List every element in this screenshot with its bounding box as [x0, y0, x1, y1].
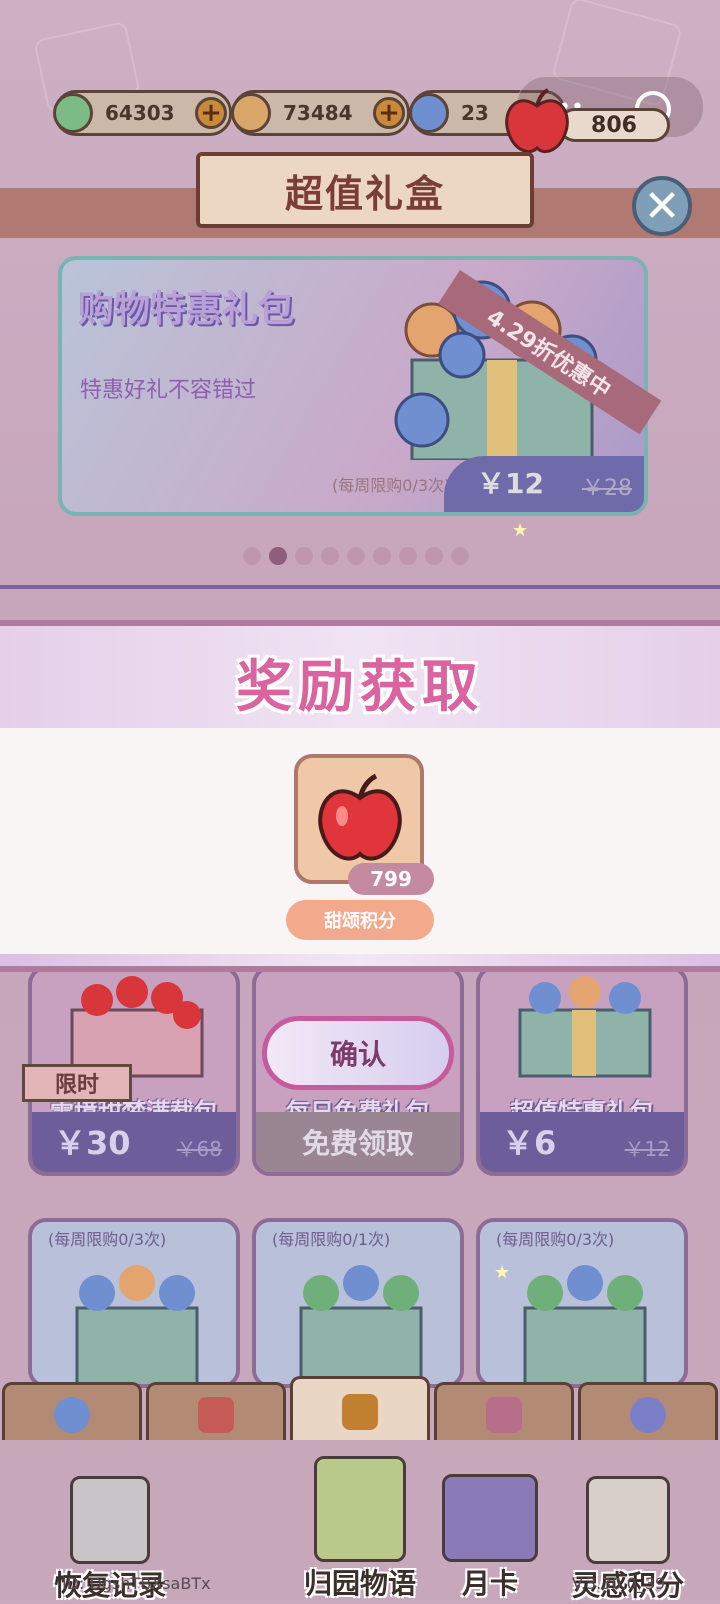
reward-item-name: 甜颂积分	[286, 900, 434, 940]
swirl-icon	[54, 1396, 90, 1433]
tab-swirl[interactable]	[2, 1382, 142, 1444]
user-id: ID: DgshTBXsaBTx	[62, 1574, 211, 1593]
shirt-icon	[198, 1396, 234, 1433]
nav-label: 归园物语	[303, 1567, 416, 1600]
pagination-dot[interactable]	[451, 547, 469, 565]
knot-resource: 73484 +	[231, 90, 410, 136]
garden-story-icon	[314, 1456, 406, 1562]
version-label: V.3.30.0_39	[572, 1574, 666, 1593]
divider-line	[0, 585, 720, 589]
lightbulb-icon	[586, 1476, 670, 1564]
shop-card-row2-3[interactable]: (每周限购0/3次)	[476, 1218, 688, 1388]
gift-box-illustration	[523, 1265, 647, 1384]
apple-icon	[505, 88, 569, 154]
pagination-dot[interactable]	[243, 547, 261, 565]
gift-box-illustration	[518, 976, 652, 1078]
tab-scroll[interactable]	[434, 1382, 574, 1444]
apple-count-value: 806	[591, 112, 637, 138]
reward-modal-bottom-edge	[0, 954, 720, 966]
pagination-dot[interactable]	[295, 547, 313, 565]
nav-month-card[interactable]: 月卡	[440, 1474, 540, 1602]
add-clover-button[interactable]: +	[195, 97, 227, 129]
reward-modal-header: 奖励获取	[0, 626, 720, 728]
friends-icon	[630, 1396, 666, 1433]
apple-icon	[318, 773, 402, 861]
banner-limit: (每周限购0/3次)	[332, 476, 451, 495]
card-old-price: ￥12	[624, 1137, 670, 1161]
card-icon	[442, 1474, 538, 1562]
reward-modal-title: 奖励获取	[236, 655, 484, 720]
gift-box-illustration	[75, 1265, 199, 1384]
card-price: ￥6	[502, 1124, 557, 1162]
pagination-dot[interactable]	[269, 547, 287, 565]
sparkle-icon: ★	[494, 1262, 511, 1283]
card-limit: (每周限购0/1次)	[272, 1230, 391, 1249]
featured-banner[interactable]: 购物特惠礼包 特惠好礼不容错过 (每周限购0/3次) ￥12 ￥28	[58, 256, 648, 516]
card-old-price: ￥68	[176, 1137, 222, 1161]
confirm-button[interactable]: 确认	[262, 1016, 454, 1090]
pagination-dot[interactable]	[347, 547, 365, 565]
shop-card-row2-2[interactable]: (每周限购0/1次)	[252, 1218, 464, 1388]
clover-icon	[53, 93, 93, 133]
card-free-label: 免费领取	[301, 1127, 414, 1160]
sparkle-icon: ★	[512, 520, 529, 541]
card-limit: (每周限购0/3次)	[496, 1230, 615, 1249]
knot-count: 73484	[283, 101, 353, 125]
page-title: 超值礼盒	[196, 152, 534, 228]
banner-old-price: ￥28	[582, 476, 632, 501]
close-button[interactable]: ✕	[632, 176, 692, 236]
pagination-dot[interactable]	[321, 547, 339, 565]
banner-title: 购物特惠礼包	[78, 289, 295, 330]
scroll-icon	[486, 1396, 522, 1433]
pagination-dot[interactable]	[373, 547, 391, 565]
add-knot-button[interactable]: +	[373, 97, 405, 129]
clover-count: 64303	[105, 101, 175, 125]
shop-card-row2-1[interactable]: (每周限购0/3次)	[28, 1218, 240, 1388]
tab-clothing[interactable]	[146, 1382, 286, 1444]
card-limit: (每周限购0/3次)	[48, 1230, 167, 1249]
limited-badge: 限时	[22, 1064, 132, 1102]
card-price: ￥30	[54, 1124, 131, 1162]
clover-resource: 64303 +	[53, 90, 232, 136]
nav-garden-story[interactable]: 归园物语	[290, 1456, 430, 1602]
gift-box-illustration	[299, 1265, 423, 1384]
pagination-dot[interactable]	[425, 547, 443, 565]
banner-pagination	[243, 547, 469, 565]
banner-subtitle: 特惠好礼不容错过	[80, 378, 257, 403]
category-tabs	[0, 1376, 720, 1444]
knot-icon	[231, 93, 271, 133]
gift-icon	[342, 1393, 378, 1430]
apple-count: 806	[558, 108, 670, 142]
tab-gift[interactable]	[290, 1376, 430, 1444]
swirl-icon	[409, 93, 449, 133]
reward-item-count: 799	[348, 863, 434, 895]
banner-price: ￥12	[477, 467, 544, 500]
nav-label: 月卡	[461, 1567, 518, 1600]
shop-card-value-pack[interactable]: 超值特惠礼包 ￥6 ￥12	[476, 966, 688, 1176]
pagination-dot[interactable]	[399, 547, 417, 565]
clipboard-icon	[70, 1476, 150, 1564]
tab-friends[interactable]	[578, 1382, 718, 1444]
